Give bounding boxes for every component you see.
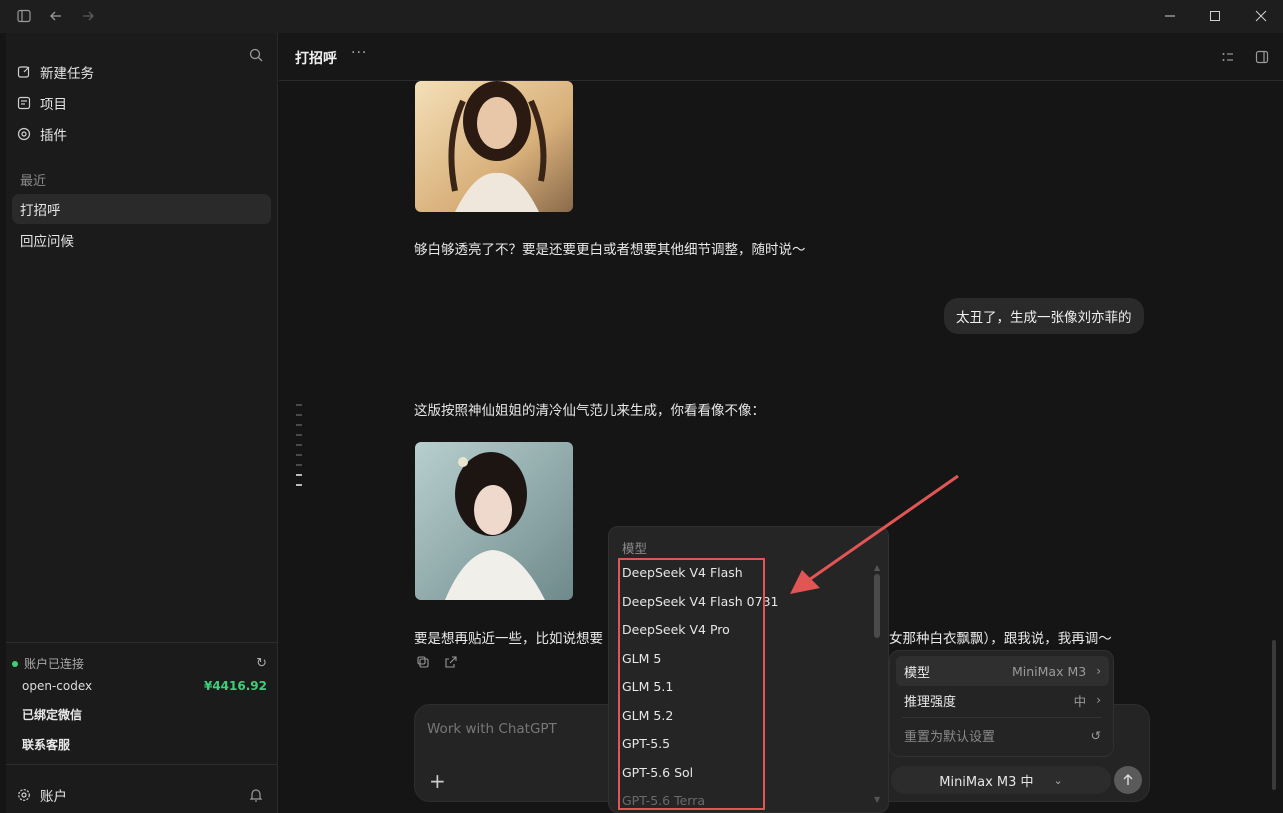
model-selector-button[interactable]: MiniMax M3 中 ⌄ — [891, 766, 1111, 794]
at-icon — [16, 126, 32, 142]
reset-defaults-label: 重置为默认设置 — [904, 729, 996, 745]
scroll-down-icon[interactable]: ▼ — [874, 795, 880, 804]
assistant-message: 这版按照神仙姐姐的清冷仙气范儿来生成，你看看像不像： — [414, 403, 765, 419]
popover-divider — [902, 717, 1102, 718]
chat-title: 打招呼 — [295, 51, 337, 67]
conversation-minimap[interactable] — [296, 404, 302, 494]
share-icon[interactable] — [445, 656, 457, 672]
sidebar: 新建任务 项目 插件 最近 打招呼 回应问候 账户已连接 ↻ open-code… — [6, 33, 278, 813]
back-arrow-icon[interactable] — [46, 6, 66, 26]
annotation-arrow — [790, 474, 959, 594]
composer-input[interactable]: Work with ChatGPT — [427, 721, 557, 737]
reset-defaults-row[interactable]: 重置为默认设置 ↺ — [896, 720, 1109, 750]
assistant-message: 够白够透亮了不？要是还要更白或者想要其他细节调整，随时说～ — [414, 242, 806, 258]
recent-section-label: 最近 — [20, 174, 47, 189]
account-status-row: 账户已连接 ↻ — [12, 655, 267, 672]
wechat-bound-link[interactable]: 已绑定微信 — [22, 706, 267, 723]
sidebar-divider — [6, 642, 278, 643]
reset-icon: ↺ — [1090, 727, 1101, 743]
new-task-label: 新建任务 — [40, 66, 94, 82]
projects-button[interactable]: 项目 — [16, 89, 67, 117]
recent-chat-item[interactable]: 回应问候 — [12, 225, 271, 255]
wechat-bound-label: 已绑定微信 — [22, 708, 83, 722]
maximize-button[interactable] — [1200, 4, 1230, 28]
chevron-right-icon: › — [1096, 693, 1101, 707]
account-status-text: 账户已连接 — [24, 657, 85, 671]
copy-icon[interactable] — [417, 656, 429, 672]
forward-arrow-icon[interactable] — [78, 6, 98, 26]
new-task-button[interactable]: 新建任务 — [16, 58, 94, 86]
assistant-message: 要是想再贴近一些，比如说想要 — [414, 631, 603, 647]
generated-image[interactable] — [415, 442, 573, 600]
recent-chat-item[interactable]: 打招呼 — [12, 194, 271, 224]
minimize-button[interactable] — [1155, 4, 1185, 28]
model-setting-row[interactable]: 模型 MiniMax M3 › — [896, 656, 1109, 686]
chat-header: 打招呼 ··· — [279, 33, 1283, 81]
bell-icon[interactable] — [246, 785, 266, 805]
projects-label: 项目 — [40, 97, 67, 113]
list-icon[interactable] — [1219, 48, 1237, 66]
chevron-right-icon: › — [1096, 664, 1101, 678]
status-dot — [12, 660, 18, 667]
add-attachment-button[interactable]: + — [429, 769, 446, 793]
chevron-down-icon: ⌄ — [1053, 773, 1063, 787]
effort-setting-row[interactable]: 推理强度 中 › — [896, 685, 1109, 715]
assistant-message-continued: 女那种白衣飘飘），跟我说，我再调～ — [889, 631, 1112, 647]
model-dropdown-header: 模型 — [622, 541, 648, 556]
account-info-row: open-codex ¥4416.92 — [22, 679, 267, 693]
effort-setting-label: 推理强度 — [904, 694, 957, 710]
refresh-icon[interactable]: ↻ — [256, 656, 267, 671]
more-options-button[interactable]: ··· — [351, 45, 367, 61]
arrow-up-icon — [1123, 774, 1133, 785]
model-setting-label: 模型 — [904, 665, 931, 681]
gear-icon — [16, 787, 32, 803]
title-bar — [0, 0, 1283, 33]
sidebar-toggle-icon[interactable] — [14, 6, 34, 26]
effort-setting-value: 中 — [1073, 693, 1087, 709]
generated-image[interactable] — [415, 81, 573, 212]
settings-popover: 模型 MiniMax M3 › 推理强度 中 › 重置为默认设置 ↺ — [889, 650, 1114, 757]
balance-value: ¥4416.92 — [203, 679, 267, 693]
plugins-label: 插件 — [40, 128, 67, 144]
panel-toggle-icon[interactable] — [1253, 48, 1271, 66]
model-setting-value: MiniMax M3 — [1011, 663, 1087, 679]
user-message: 太丑了，生成一张像刘亦菲的 — [944, 298, 1144, 334]
chat-scrollbar[interactable] — [1272, 640, 1276, 790]
search-icon[interactable] — [246, 45, 266, 65]
model-selector-label: MiniMax M3 中 — [939, 774, 1034, 790]
account-name: open-codex — [22, 679, 93, 693]
close-button[interactable] — [1246, 4, 1276, 28]
project-icon — [16, 95, 32, 111]
annotation-highlight-box — [618, 558, 765, 810]
contact-support-link[interactable]: 联系客服 — [22, 736, 267, 753]
send-button[interactable] — [1114, 766, 1142, 794]
sidebar-divider — [6, 764, 278, 765]
plugins-button[interactable]: 插件 — [16, 120, 67, 148]
contact-support-label: 联系客服 — [22, 738, 71, 752]
account-label: 账户 — [40, 789, 67, 805]
edit-icon — [16, 64, 32, 80]
account-button[interactable]: 账户 — [16, 781, 67, 809]
